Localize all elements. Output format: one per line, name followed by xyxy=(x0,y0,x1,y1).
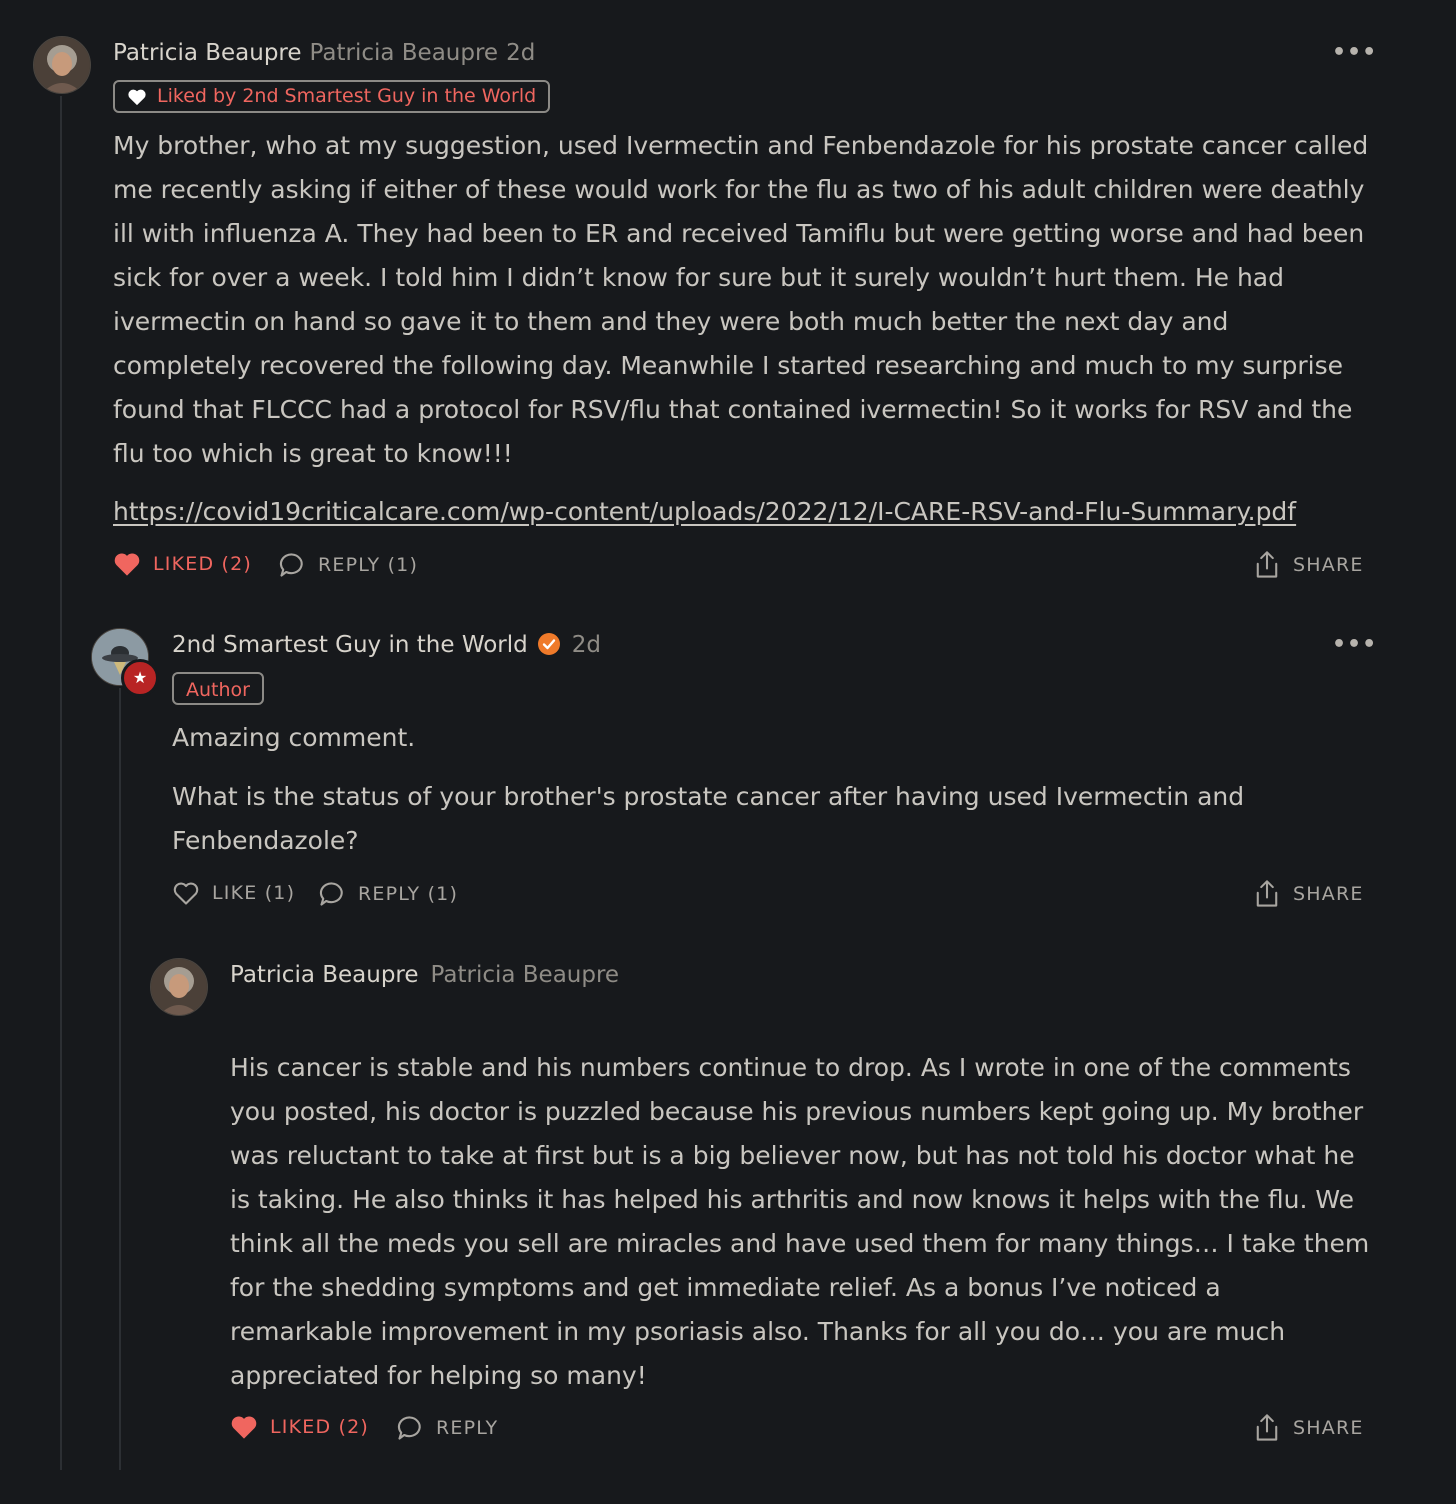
author-name[interactable]: Patricia Beaupre xyxy=(230,962,419,988)
reply-button[interactable]: REPLY xyxy=(396,1414,498,1442)
more-options-button[interactable]: ••• xyxy=(1332,40,1377,65)
comment-header: 2nd Smartest Guy in the World 2d xyxy=(172,632,601,658)
avatar-patricia[interactable] xyxy=(150,958,208,1016)
like-label: LIKED (2) xyxy=(153,553,253,575)
protocol-link[interactable]: https://covid19criticalcare.com/wp-conte… xyxy=(113,497,1296,526)
share-icon xyxy=(1256,880,1278,907)
heart-filled-icon xyxy=(114,553,140,576)
reply-button[interactable]: REPLY (1) xyxy=(278,551,418,579)
comment-text: His cancer is stable and his numbers con… xyxy=(230,1053,1370,1390)
comment-header: Patricia Beaupre Patricia Beaupre 2d xyxy=(113,40,535,66)
author-name[interactable]: Patricia Beaupre xyxy=(113,40,302,66)
heart-filled-icon xyxy=(128,89,146,105)
comment-paragraph-2: What is the status of your brother's pro… xyxy=(172,782,1245,855)
share-icon xyxy=(1256,1414,1278,1441)
share-label: SHARE xyxy=(1293,554,1364,576)
like-button[interactable]: LIKE (1) xyxy=(172,880,295,906)
reply-label: REPLY xyxy=(436,1417,499,1439)
share-label: SHARE xyxy=(1293,883,1364,905)
comment-text: My brother, who at my suggestion, used I… xyxy=(113,131,1369,468)
speech-bubble-icon xyxy=(279,553,303,577)
like-label: LIKE (1) xyxy=(212,882,296,904)
thread-line-reply xyxy=(119,688,121,1470)
verified-check-icon xyxy=(537,633,560,655)
author-name[interactable]: 2nd Smartest Guy in the World xyxy=(172,632,528,658)
author-star-badge-icon: ★ xyxy=(121,659,159,697)
comment-paragraph-1: Amazing comment. xyxy=(172,723,416,752)
liked-by-text: Liked by 2nd Smartest Guy in the World xyxy=(157,85,537,107)
speech-bubble-icon xyxy=(397,1416,421,1440)
share-button[interactable]: SHARE xyxy=(1253,879,1364,909)
share-button[interactable]: SHARE xyxy=(1253,1413,1364,1443)
share-icon xyxy=(1256,551,1278,578)
avatar-patricia[interactable] xyxy=(33,36,91,94)
reply-button[interactable]: REPLY (1) xyxy=(318,880,458,908)
timestamp[interactable]: 2d xyxy=(572,632,601,658)
comment-body: His cancer is stable and his numbers con… xyxy=(230,1046,1370,1398)
thread-line-root xyxy=(60,96,62,1470)
reply-label: REPLY (1) xyxy=(358,883,459,905)
author-handle[interactable]: Patricia Beaupre xyxy=(310,40,499,66)
heart-filled-icon xyxy=(231,1416,257,1439)
comment-body: My brother, who at my suggestion, used I… xyxy=(113,124,1373,476)
heart-outline-icon xyxy=(173,882,199,905)
liked-by-author-tag: Liked by 2nd Smartest Guy in the World xyxy=(113,80,551,113)
comment-body: Amazing comment. What is the status of y… xyxy=(172,716,1372,863)
comment-header: Patricia Beaupre Patricia Beaupre xyxy=(230,962,619,988)
reply-label: REPLY (1) xyxy=(318,554,419,576)
person-photo-icon xyxy=(151,959,207,1015)
like-button[interactable]: LIKED (2) xyxy=(230,1414,369,1440)
comment-link-row: https://covid19criticalcare.com/wp-conte… xyxy=(113,490,1373,534)
share-button[interactable]: SHARE xyxy=(1253,550,1364,580)
speech-bubble-icon xyxy=(319,882,343,906)
author-tag: Author xyxy=(172,672,264,705)
like-button[interactable]: LIKED (2) xyxy=(113,551,252,577)
author-handle[interactable]: Patricia Beaupre xyxy=(431,962,620,988)
like-label: LIKED (2) xyxy=(270,1416,370,1438)
more-options-button[interactable]: ••• xyxy=(1332,632,1377,657)
share-label: SHARE xyxy=(1293,1417,1364,1439)
timestamp[interactable]: 2d xyxy=(506,40,535,66)
person-photo-icon xyxy=(34,37,90,93)
